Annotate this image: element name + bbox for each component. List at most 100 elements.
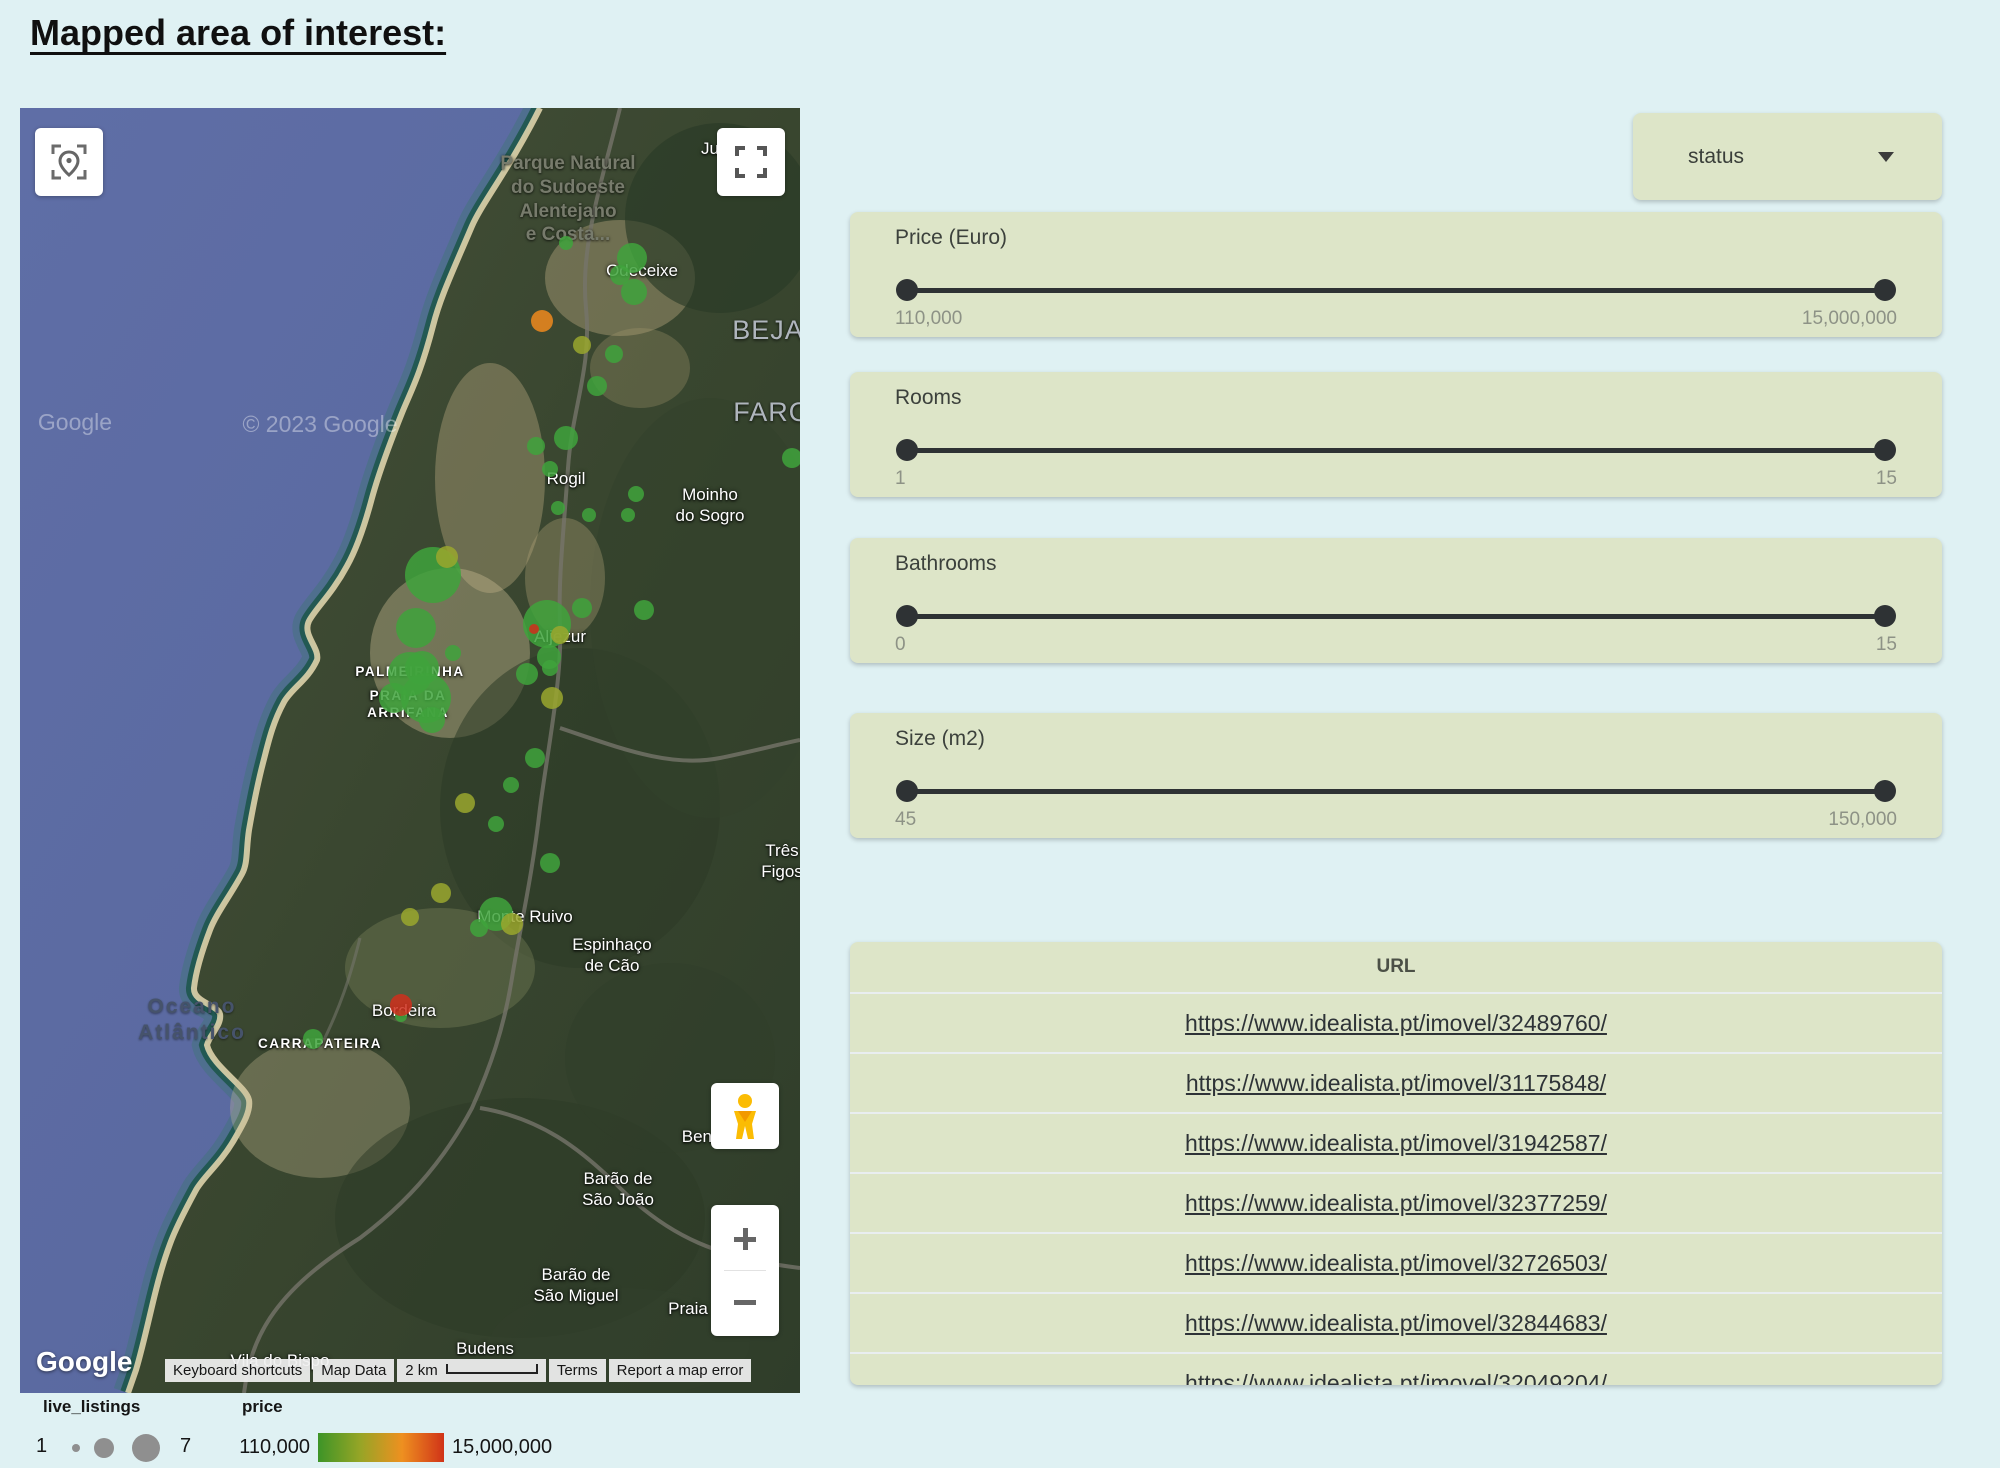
table-row: https://www.idealista.pt/imovel/32489760… — [850, 992, 1942, 1052]
status-dropdown-label: status — [1688, 145, 1744, 169]
table-row: https://www.idealista.pt/imovel/31175848… — [850, 1052, 1942, 1112]
map-label: Moinho do Sogro — [676, 484, 745, 527]
map-label: PRAIA DA ARRIFANA — [367, 688, 449, 722]
map-label: Google — [38, 408, 112, 437]
table-row: https://www.idealista.pt/imovel/32844683… — [850, 1292, 1942, 1352]
map-type-button[interactable] — [35, 128, 103, 196]
bathrooms-range-slider[interactable] — [907, 605, 1885, 627]
listing-link[interactable]: https://www.idealista.pt/imovel/32844683… — [1185, 1310, 1607, 1337]
legend-dot-small — [72, 1444, 80, 1452]
slider-handle-max[interactable] — [1874, 279, 1896, 301]
keyboard-shortcuts-button[interactable]: Keyboard shortcuts — [165, 1359, 310, 1382]
listing-link[interactable]: https://www.idealista.pt/imovel/31175848… — [1186, 1070, 1606, 1097]
table-row: https://www.idealista.pt/imovel/32049204… — [850, 1352, 1942, 1385]
fullscreen-icon — [731, 142, 771, 182]
zoom-control — [711, 1205, 779, 1336]
size-min-value: 45 — [895, 809, 916, 831]
report-map-error-button[interactable]: Report a map error — [609, 1359, 752, 1382]
bathrooms-min-value: 0 — [895, 634, 906, 656]
map-label: Monte Ruivo — [477, 906, 572, 927]
rooms-min-value: 1 — [895, 468, 906, 490]
map-label: Aljezur — [534, 626, 586, 647]
slider-handle-max[interactable] — [1874, 439, 1896, 461]
map-label: Budens — [456, 1338, 514, 1359]
listing-link[interactable]: https://www.idealista.pt/imovel/32049204… — [1185, 1370, 1607, 1386]
page-title: Mapped area of interest: — [30, 12, 446, 54]
map-data-button[interactable]: Map Data — [313, 1359, 394, 1382]
legend-size-min: 1 — [36, 1435, 47, 1458]
rooms-max-value: 15 — [1876, 468, 1897, 490]
slider-handle-min[interactable] — [896, 439, 918, 461]
map-label: © 2023 Google — [242, 410, 397, 439]
listing-link[interactable]: https://www.idealista.pt/imovel/32489760… — [1185, 1010, 1607, 1037]
bathrooms-filter-panel: Bathrooms 0 15 — [850, 538, 1942, 663]
slider-handle-max[interactable] — [1874, 605, 1896, 627]
map-label: Oceano Atlântico — [138, 994, 246, 1047]
map-label: Parque Natural do Sudoeste Alentejano e … — [500, 152, 635, 247]
scale-bracket — [446, 1364, 538, 1374]
rooms-filter-label: Rooms — [895, 386, 962, 410]
zoom-divider — [724, 1270, 766, 1271]
map-label: PALMEIRINHA — [355, 664, 464, 681]
size-filter-label: Size (m2) — [895, 727, 985, 751]
price-min-value: 110,000 — [895, 308, 962, 330]
pegman-button[interactable] — [711, 1083, 779, 1149]
map-label: Espinhaço de Cão — [572, 934, 651, 977]
location-pin-icon — [49, 142, 89, 182]
price-max-value: 15,000,000 — [1802, 308, 1897, 330]
slider-track — [907, 448, 1885, 453]
map-attribution-bar: Keyboard shortcuts Map Data 2 km Terms R… — [165, 1359, 751, 1382]
legend-size-max: 7 — [180, 1435, 191, 1458]
listing-link[interactable]: https://www.idealista.pt/imovel/31942587… — [1185, 1130, 1607, 1157]
rooms-range-slider[interactable] — [907, 439, 1885, 461]
map-label: Barão de São João — [582, 1168, 654, 1211]
slider-handle-max[interactable] — [1874, 780, 1896, 802]
size-range-slider[interactable] — [907, 780, 1885, 802]
map-label: Bordeira — [372, 1000, 436, 1021]
page: Mapped area of interest: — [0, 0, 2000, 1468]
map-label: Odeceixe — [606, 260, 678, 281]
map-label: Praia — [668, 1298, 708, 1319]
slider-handle-min[interactable] — [896, 780, 918, 802]
rooms-filter-panel: Rooms 1 15 — [850, 372, 1942, 497]
price-gradient — [318, 1433, 444, 1462]
status-dropdown[interactable]: status — [1633, 113, 1942, 200]
price-filter-panel: Price (Euro) 110,000 15,000,000 — [850, 212, 1942, 337]
bathrooms-max-value: 15 — [1876, 634, 1897, 656]
slider-handle-min[interactable] — [896, 279, 918, 301]
plus-icon — [732, 1226, 758, 1252]
legend-size-label: live_listings — [43, 1397, 140, 1417]
legend-dot-medium — [94, 1438, 114, 1458]
chevron-down-icon — [1878, 152, 1894, 162]
legend-dot-large — [132, 1434, 160, 1462]
slider-handle-min[interactable] — [896, 605, 918, 627]
map-labels-layer: Parque Natural do Sudoeste Alentejano e … — [20, 108, 800, 1393]
map-label: FARO — [733, 396, 800, 430]
map-canvas[interactable]: Parque Natural do Sudoeste Alentejano e … — [20, 108, 800, 1393]
minus-icon — [732, 1289, 758, 1315]
legend-price-max: 15,000,000 — [452, 1436, 552, 1459]
table-row: https://www.idealista.pt/imovel/32726503… — [850, 1232, 1942, 1292]
slider-track — [907, 288, 1885, 293]
listing-link[interactable]: https://www.idealista.pt/imovel/32377259… — [1185, 1190, 1607, 1217]
pegman-icon — [728, 1092, 762, 1140]
scale-bar: 2 km — [397, 1359, 546, 1382]
legend-price-min: 110,000 — [200, 1436, 310, 1459]
slider-track — [907, 614, 1885, 619]
map-label: Barão de São Miguel — [533, 1264, 618, 1307]
price-range-slider[interactable] — [907, 279, 1885, 301]
map-label: BEJA — [732, 314, 800, 348]
scale-text: 2 km — [405, 1359, 438, 1382]
fullscreen-button[interactable] — [717, 128, 785, 196]
slider-track — [907, 789, 1885, 794]
google-logo: Google — [36, 1346, 132, 1378]
table-row: https://www.idealista.pt/imovel/31942587… — [850, 1112, 1942, 1172]
zoom-in-button[interactable] — [732, 1213, 758, 1265]
size-filter-panel: Size (m2) 45 150,000 — [850, 713, 1942, 838]
map-label: Três Figos — [761, 840, 800, 883]
terms-button[interactable]: Terms — [549, 1359, 606, 1382]
table-row: https://www.idealista.pt/imovel/32377259… — [850, 1172, 1942, 1232]
bathrooms-filter-label: Bathrooms — [895, 552, 997, 576]
zoom-out-button[interactable] — [732, 1276, 758, 1328]
listing-link[interactable]: https://www.idealista.pt/imovel/32726503… — [1185, 1250, 1607, 1277]
